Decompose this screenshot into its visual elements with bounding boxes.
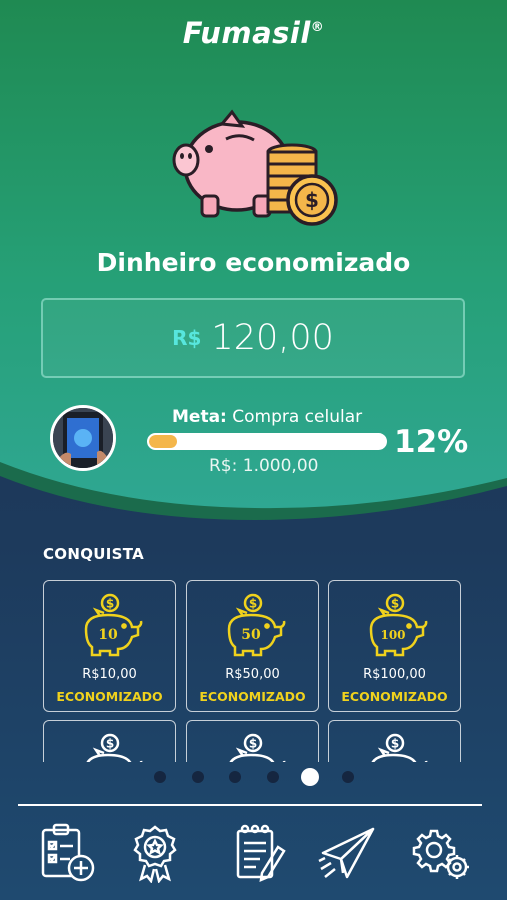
svg-text:$: $ <box>249 597 257 611</box>
goal-progress-bar <box>147 433 387 450</box>
piggy-bank-with-coins-icon: $ <box>172 109 338 226</box>
phone-photo-icon <box>53 408 113 468</box>
piggy-bank-coin-icon: $10 <box>84 593 143 657</box>
page-dot-active[interactable] <box>301 768 319 786</box>
savings-amount: 120,00 <box>211 318 334 358</box>
achievement-amount: R$10,00 <box>82 667 137 682</box>
achievement-card[interactable]: $10 R$10,00 ECONOMIZADO <box>43 580 176 712</box>
svg-text:$: $ <box>305 188 319 212</box>
piggy-bank-coin-icon: $50 <box>227 593 286 657</box>
svg-text:$: $ <box>391 737 399 751</box>
achievement-amount: R$50,00 <box>225 667 280 682</box>
svg-text:$: $ <box>106 737 114 751</box>
nav-settings-button[interactable] <box>405 818 475 888</box>
settings-gears-icon <box>412 829 469 879</box>
piggy-bank-coin-icon: $ <box>371 733 428 762</box>
achievement-card[interactable]: $100 R$100,00 ECONOMIZADO <box>328 580 461 712</box>
svg-text:50: 50 <box>241 627 261 643</box>
achievement-card[interactable]: $50 R$50,00 ECONOMIZADO <box>186 580 319 712</box>
bottom-navigation <box>0 818 507 890</box>
notepad-pencil-icon <box>236 824 286 883</box>
page-dot[interactable] <box>266 771 279 783</box>
page-dot[interactable] <box>154 771 166 783</box>
achievement-card[interactable]: $ <box>328 720 461 762</box>
piggy-bank-coin-icon: $ <box>229 733 286 762</box>
svg-text:100: 100 <box>380 628 405 642</box>
page-title: Dinheiro economizado <box>96 248 411 277</box>
achievements-title: CONQUISTA <box>43 545 145 563</box>
page-indicator <box>0 767 507 787</box>
goal-target-amount: R$: 1.000,00 <box>209 456 319 476</box>
svg-text:10: 10 <box>98 627 118 643</box>
brand-logo: Fumasil® <box>182 16 325 50</box>
award-medal-icon <box>133 825 177 883</box>
nav-awards-button[interactable] <box>120 818 190 888</box>
achievement-status: ECONOMIZADO <box>341 689 448 704</box>
piggy-bank-coin-icon: $100 <box>369 593 428 657</box>
nav-divider <box>18 804 482 806</box>
svg-text:$: $ <box>106 597 114 611</box>
nav-checklist-button[interactable] <box>33 818 103 888</box>
page-dot[interactable] <box>341 771 354 783</box>
goal-avatar[interactable] <box>50 405 116 471</box>
goal-label: Meta: Compra celular <box>172 407 363 427</box>
paper-plane-icon <box>318 827 375 879</box>
achievement-card[interactable]: $ <box>186 720 319 762</box>
currency-symbol: R$ <box>172 326 202 350</box>
achievement-status: ECONOMIZADO <box>56 689 163 704</box>
page-dot[interactable] <box>229 771 241 783</box>
achievement-status: ECONOMIZADO <box>199 689 306 704</box>
achievement-card[interactable]: $ <box>43 720 176 762</box>
checklist-add-icon <box>41 823 95 882</box>
hero-section: Fumasil® $ Dinheiro economizado R$ 120,0… <box>0 0 507 560</box>
goal-percent: 12% <box>394 424 469 460</box>
nav-notes-button[interactable] <box>225 818 295 888</box>
app-screen: Fumasil® $ Dinheiro economizado R$ 120,0… <box>0 0 507 900</box>
piggy-bank-coin-icon: $ <box>86 733 143 762</box>
svg-text:$: $ <box>391 597 399 611</box>
page-dot[interactable] <box>191 771 204 783</box>
savings-amount-display: R$ 120,00 <box>41 298 465 378</box>
nav-send-button[interactable] <box>313 818 383 888</box>
svg-text:$: $ <box>249 737 257 751</box>
achievement-amount: R$100,00 <box>363 667 426 682</box>
achievements-grid: $10 R$10,00 ECONOMIZADO $50 R$50,00 ECONOMIZA… <box>43 580 463 762</box>
